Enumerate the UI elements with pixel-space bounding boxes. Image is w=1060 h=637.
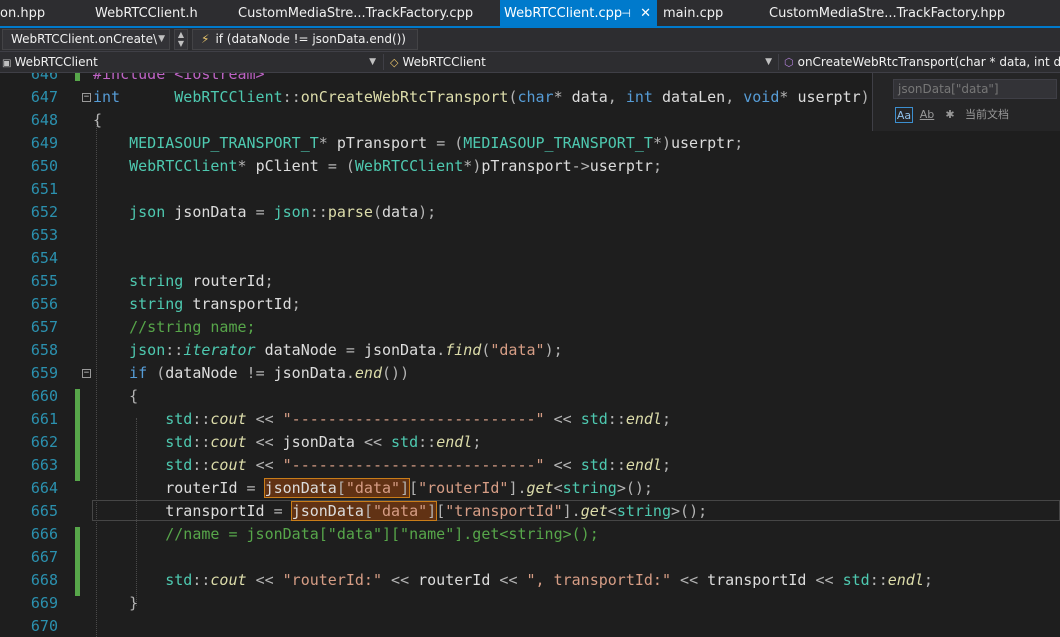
scope-dropdown[interactable]: WebRTCClient.onCreate\ ▼: [2, 29, 170, 50]
line-number: 657: [30, 318, 58, 336]
line-number: 647: [30, 88, 58, 106]
pin-icon[interactable]: ⊣: [621, 0, 631, 27]
tab-main-cpp[interactable]: main.cpp: [663, 0, 723, 26]
change-marker: [75, 527, 80, 573]
find-widget: jsonData["data"] Aa Ab ✱ 当前文档: [872, 73, 1060, 131]
code-line[interactable]: routerId = jsonData["data"]["routerId"].…: [93, 477, 653, 500]
code-line[interactable]: string routerId;: [93, 270, 274, 293]
change-marker: [75, 389, 80, 481]
file-scope-dropdown[interactable]: ▣ WebRTCClient ▼: [0, 52, 380, 72]
line-number: 658: [30, 341, 58, 359]
divider: [383, 54, 384, 70]
code-line[interactable]: json::iterator dataNode = jsonData.find(…: [93, 339, 563, 362]
chevron-down-icon[interactable]: ▼: [175, 39, 187, 48]
code-line[interactable]: std::cout << "--------------------------…: [93, 408, 671, 431]
code-line[interactable]: std::cout << "routerId:" << routerId << …: [93, 569, 933, 592]
line-number: 646: [30, 73, 58, 83]
line-number: 665: [30, 502, 58, 520]
line-number: 664: [30, 479, 58, 497]
breadcrumb: ▣ WebRTCClient ▼ ◇ WebRTCClient ▼ ⬡ onCreat…: [0, 52, 1060, 73]
line-number: 656: [30, 295, 58, 313]
find-match-highlight: jsonData["data"]: [290, 501, 438, 521]
line-number: 659: [30, 364, 58, 382]
scope-stepper[interactable]: ▲ ▼: [174, 29, 188, 50]
line-number: 651: [30, 180, 58, 198]
chevron-down-icon: ▼: [369, 57, 376, 67]
code-line[interactable]: MEDIASOUP_TRANSPORT_T* pTransport = (MED…: [93, 132, 743, 155]
file-scope-label: WebRTCClient: [14, 55, 98, 69]
chevron-down-icon: ▼: [765, 57, 772, 67]
match-whole-word-toggle[interactable]: Ab: [919, 107, 935, 123]
code-line[interactable]: std::cout << "--------------------------…: [93, 454, 671, 477]
code-line[interactable]: transportId = jsonData["data"]["transpor…: [93, 500, 707, 523]
chevron-up-icon[interactable]: ▲: [175, 30, 187, 39]
match-case-toggle[interactable]: Aa: [895, 107, 913, 123]
divider: [778, 54, 779, 70]
tab-webrtcclient-h[interactable]: WebRTCClient.h: [95, 0, 198, 26]
line-number: 648: [30, 111, 58, 129]
line-number: 663: [30, 456, 58, 474]
member-scope-dropdown[interactable]: ⬡ onCreateWebRtcTransport(char * data, in…: [780, 52, 1060, 72]
lightning-icon: ⚡: [201, 32, 210, 46]
line-number: 670: [30, 617, 58, 635]
code-line[interactable]: string transportId;: [93, 293, 301, 316]
code-line[interactable]: //string name;: [93, 316, 255, 339]
line-number: 667: [30, 548, 58, 566]
line-number: 654: [30, 249, 58, 267]
code-line[interactable]: //name = jsonData["data"]["name"].get<st…: [93, 523, 599, 546]
tab-label: CustomMediaStre...TrackFactory.hpp: [769, 6, 1006, 21]
code-editor[interactable]: − − 646 #include <iostream> 647 int WebRTCC…: [0, 73, 1060, 637]
tab-on-hpp[interactable]: on.hpp: [0, 0, 45, 26]
close-icon[interactable]: ✕: [640, 0, 651, 27]
change-marker: [75, 73, 80, 81]
code-line[interactable]: WebRTCClient* pClient = (WebRTCClient*)p…: [93, 155, 662, 178]
line-number: 649: [30, 134, 58, 152]
change-marker: [75, 573, 80, 596]
code-line[interactable]: {: [93, 109, 102, 132]
line-number: 652: [30, 203, 58, 221]
code-line[interactable]: {: [93, 385, 138, 408]
method-icon: ⬡: [784, 56, 794, 69]
tab-label: CustomMediaStre...TrackFactory.cpp: [238, 6, 474, 21]
chevron-down-icon: ▼: [158, 34, 165, 44]
find-input[interactable]: jsonData["data"]: [893, 79, 1057, 99]
code-line[interactable]: if (dataNode != jsonData.end()): [93, 362, 409, 385]
code-line[interactable]: std::cout << jsonData << std::endl;: [93, 431, 481, 454]
line-number: 650: [30, 157, 58, 175]
line-number: 655: [30, 272, 58, 290]
code-line[interactable]: json jsonData = json::parse(data);: [93, 201, 436, 224]
tab-custommediastream-trackfactory-hpp[interactable]: CustomMediaStre...TrackFactory.hpp: [769, 0, 1005, 26]
tab-custommediastream-trackfactory-cpp[interactable]: CustomMediaStre...TrackFactory.cpp: [238, 0, 473, 26]
line-number: 653: [30, 226, 58, 244]
line-number: 662: [30, 433, 58, 451]
code-line[interactable]: int WebRTCClient::onCreateWebRtcTranspor…: [93, 86, 870, 109]
regex-icon[interactable]: ✱: [943, 107, 957, 123]
navigation-bar: WebRTCClient.onCreate\ ▼ ▲ ▼ ⚡ if (dataNo…: [0, 28, 1060, 52]
tab-webrtcclient-cpp[interactable]: WebRTCClient.cpp ⊣ ✕: [500, 0, 657, 26]
line-number: 669: [30, 594, 58, 612]
tab-label: WebRTCClient.cpp: [504, 6, 623, 21]
member-scope-label: onCreateWebRtcTransport(char * data, int…: [797, 55, 1060, 69]
collapse-icon[interactable]: −: [82, 93, 91, 102]
class-scope-label: WebRTCClient: [402, 55, 486, 69]
code-line[interactable]: }: [93, 592, 138, 615]
search-context-dropdown[interactable]: ⚡ if (dataNode != jsonData.end()): [192, 29, 418, 50]
code-line[interactable]: #include <iostream>: [93, 73, 265, 86]
class-icon: ◇: [390, 56, 399, 69]
tab-label: WebRTCClient.h: [95, 6, 198, 21]
tab-label: main.cpp: [663, 6, 724, 21]
search-context-value: if (dataNode != jsonData.end()): [215, 32, 406, 46]
document-tab-bar: on.hpp WebRTCClient.h CustomMediaStre...…: [0, 0, 1060, 28]
collapse-icon[interactable]: −: [82, 369, 91, 378]
tab-label: on.hpp: [0, 6, 46, 21]
line-number: 661: [30, 410, 58, 428]
line-number: 666: [30, 525, 58, 543]
class-scope-dropdown[interactable]: ◇ WebRTCClient ▼: [386, 52, 776, 72]
find-match-highlight: jsonData["data"]: [263, 478, 411, 498]
scope-label[interactable]: 当前文档: [965, 107, 1025, 123]
project-icon: ▣: [2, 58, 12, 69]
scope-value: WebRTCClient.onCreate\: [11, 32, 158, 46]
line-number: 660: [30, 387, 58, 405]
line-number: 668: [30, 571, 58, 589]
